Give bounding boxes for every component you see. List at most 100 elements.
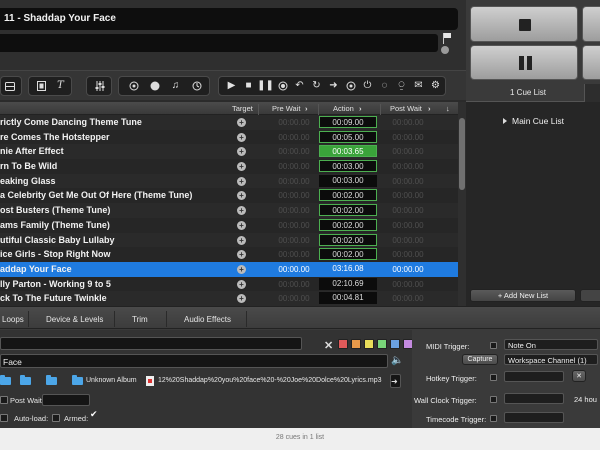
timecode-checkbox[interactable] (490, 415, 497, 422)
post-wait-value[interactable]: 00:00.00 (382, 162, 434, 171)
table-row[interactable]: ice Girls - Stop Right Now +00:00.00 00:02… (0, 247, 458, 262)
list-options-button[interactable] (580, 289, 600, 302)
wait-icon[interactable]: ⍜ (393, 77, 410, 95)
active-cues-tab[interactable] (584, 84, 600, 102)
post-wait-value[interactable]: 00:00.00 (382, 221, 434, 230)
table-row[interactable]: ck To The Future Twinkle +00:00.00 00:04.8… (0, 291, 458, 306)
auto-load-checkbox[interactable] (0, 414, 8, 422)
pre-wait-value[interactable]: 00:00.00 (270, 118, 318, 127)
script-icon[interactable]: ⚙ (427, 77, 444, 95)
pre-wait-value[interactable]: 00:00.00 (270, 250, 318, 259)
midi-channel-select[interactable]: Workspace Channel (1) (504, 354, 598, 365)
pre-wait-sort-icon[interactable]: › (305, 104, 308, 113)
target-plus-icon[interactable]: + (237, 118, 246, 127)
table-row[interactable]: ost Busters (Theme Tune) +00:00.00 00:02.0… (0, 203, 458, 218)
wall-clock-time-field[interactable] (504, 393, 564, 404)
post-wait-sort-icon[interactable]: › (428, 104, 431, 113)
resume-button[interactable] (582, 45, 600, 80)
panic-button[interactable] (582, 6, 600, 42)
pre-wait-value[interactable]: 00:00.00 (270, 221, 318, 230)
cue-list-main[interactable]: Main Cue List (512, 116, 564, 126)
fade-icon[interactable] (125, 77, 142, 95)
pause-icon[interactable]: ❚❚ (257, 77, 274, 95)
target-plus-icon[interactable]: + (237, 132, 246, 142)
arrow-right-icon[interactable]: ➜ (391, 377, 398, 386)
armed-checkbox[interactable] (90, 409, 98, 420)
disarm-icon[interactable]: ◌ (376, 77, 393, 95)
pre-wait-column-header[interactable]: Pre Wait (272, 104, 300, 113)
tab-device-levels[interactable]: Device & Levels (46, 315, 103, 324)
action-value[interactable]: 00:03.00 (319, 174, 377, 187)
table-row[interactable]: addap Your Face +00:00.00 03:16.08 00:00.00 (0, 261, 458, 277)
target-icon[interactable] (342, 77, 359, 95)
table-row[interactable]: rn To Be Wild +00:00.00 00:03.00 00:00.00 (0, 159, 458, 174)
target-plus-icon[interactable]: + (237, 191, 246, 201)
cue-number-field[interactable] (0, 337, 302, 350)
goto-icon[interactable]: ➜ (325, 77, 342, 95)
pre-wait-value[interactable]: 00:00.00 (270, 265, 318, 274)
stop-all-button[interactable] (470, 6, 578, 42)
table-row[interactable]: ams Family (Theme Tune) +00:00.00 00:02.00… (0, 217, 458, 233)
action-value[interactable]: 00:03.65 (319, 145, 377, 158)
clear-hotkey-button[interactable]: ✕ (572, 370, 586, 382)
video-cue-icon[interactable] (33, 77, 50, 95)
flag-icon[interactable] (442, 33, 454, 44)
post-wait-value[interactable]: 00:00.00 (382, 280, 434, 289)
network-icon[interactable] (146, 77, 163, 95)
pre-wait-value[interactable]: 00:00.00 (270, 236, 318, 245)
mixer-icon[interactable] (91, 77, 108, 95)
tab-audio-effects[interactable]: Audio Effects (184, 315, 231, 324)
hotkey-field[interactable] (504, 371, 564, 382)
post-wait-column-header[interactable]: Post Wait (390, 104, 422, 113)
pre-wait-value[interactable]: 00:00.00 (270, 162, 318, 171)
pre-wait-value[interactable]: 00:00.00 (270, 147, 318, 156)
action-value[interactable]: 00:09.00 (319, 116, 377, 128)
text-cue-icon[interactable]: T (52, 77, 69, 95)
auto-load-toggle[interactable] (52, 414, 60, 422)
pre-wait-value[interactable]: 00:00.00 (270, 280, 318, 289)
table-row[interactable]: re Comes The Hotstepper +00:00.00 00:05.00… (0, 129, 458, 145)
color-swatch[interactable] (390, 339, 400, 349)
stop-icon[interactable]: ■ (240, 77, 257, 95)
table-row[interactable]: lly Parton - Working 9 to 5 +00:00.00 02:1… (0, 276, 458, 292)
capture-button[interactable]: Capture (462, 354, 498, 365)
target-plus-icon[interactable]: + (237, 162, 246, 172)
table-row[interactable]: rictly Come Dancing Theme Tune +00:00.00 0… (0, 115, 458, 130)
action-value[interactable]: 00:02.00 (319, 218, 377, 231)
action-value[interactable]: 00:03.00 (319, 160, 377, 173)
action-value[interactable]: 02:10.69 (319, 277, 377, 290)
post-wait-value[interactable]: 00:00.00 (382, 147, 434, 156)
arm-icon[interactable]: ⏻ (359, 77, 376, 95)
target-plus-icon[interactable]: + (237, 220, 246, 230)
target-plus-icon[interactable]: + (237, 279, 246, 289)
post-wait-value[interactable]: 00:00.00 (382, 236, 434, 245)
target-plus-icon[interactable]: + (237, 294, 246, 304)
tab-loops[interactable]: Loops (2, 315, 24, 324)
post-wait-value[interactable]: 00:00.00 (382, 177, 434, 186)
action-value[interactable]: 00:02.00 (319, 233, 377, 246)
speaker-icon[interactable]: 🔈 (391, 355, 403, 366)
target-plus-icon[interactable]: + (237, 235, 246, 245)
table-row[interactable]: eaking Glass +00:00.00 00:03.00 00:00.00 (0, 174, 458, 189)
pre-wait-value[interactable]: 00:00.00 (270, 294, 318, 303)
pre-wait-value[interactable]: 00:00.00 (270, 191, 318, 200)
wall-clock-checkbox[interactable] (490, 396, 497, 403)
post-wait-value[interactable]: 00:00.00 (382, 294, 434, 303)
target-plus-icon[interactable]: + (237, 206, 246, 216)
reset-icon[interactable]: ↶ (291, 77, 308, 95)
post-wait-value[interactable]: 00:00.00 (382, 265, 434, 274)
target-plus-icon[interactable]: + (237, 147, 246, 157)
scroll-thumb[interactable] (459, 118, 465, 190)
tab-trim[interactable]: Trim (132, 315, 148, 324)
post-wait-value[interactable]: 00:00.00 (382, 133, 434, 142)
wall-clock-format[interactable]: 24 hou (574, 395, 597, 404)
color-swatch[interactable] (364, 339, 374, 349)
target-plus-icon[interactable]: + (237, 176, 246, 186)
load-icon[interactable]: ↻ (308, 77, 325, 95)
memo-icon[interactable]: ✉ (410, 77, 427, 95)
cue-table-scrollbar[interactable] (458, 102, 466, 306)
table-row[interactable]: a Celebrity Get Me Out Of Here (Theme Tu… (0, 188, 458, 204)
post-wait-value[interactable]: 00:00.00 (382, 250, 434, 259)
color-swatch[interactable] (377, 339, 387, 349)
table-row[interactable]: utiful Classic Baby Lullaby +00:00.00 00:0… (0, 233, 458, 248)
